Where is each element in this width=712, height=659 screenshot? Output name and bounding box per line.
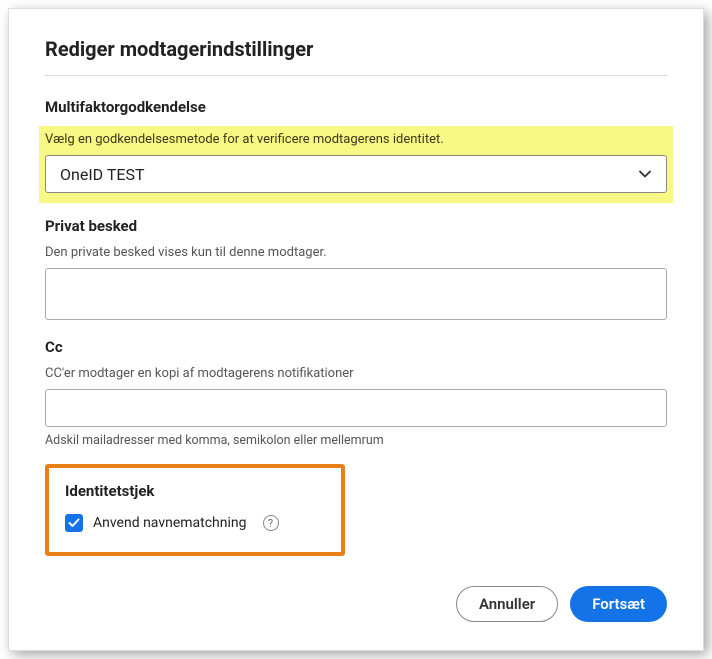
cancel-button[interactable]: Annuller [456, 586, 558, 622]
cc-hint: Adskil mailadresser med komma, semikolon… [45, 433, 667, 448]
dialog-buttons: Annuller Fortsæt [45, 586, 667, 622]
mfa-highlight: Vælg en godkendelsesmetode for at verifi… [39, 126, 673, 203]
check-icon [68, 518, 80, 528]
cc-heading: Cc [45, 338, 667, 356]
edit-recipient-settings-dialog: Rediger modtagerindstillinger Multifakto… [8, 8, 704, 651]
mfa-method-select[interactable]: OneID TEST [45, 155, 667, 193]
identity-check-section: Identitetstjek Anvend navnematchning ? [45, 464, 345, 556]
chevron-down-icon [638, 167, 652, 181]
private-message-helper: Den private besked vises kun til denne m… [45, 245, 667, 260]
mfa-section: Multifaktorgodkendelse Vælg en godkendel… [45, 98, 667, 203]
cc-section: Cc CC'er modtager en kopi af modtagerens… [45, 338, 667, 448]
help-icon[interactable]: ? [263, 515, 279, 531]
mfa-heading: Multifaktorgodkendelse [45, 98, 667, 116]
mfa-selected-value: OneID TEST [60, 165, 638, 184]
cc-helper: CC'er modtager en kopi af modtagerens no… [45, 366, 667, 381]
name-matching-row: Anvend navnematchning ? [65, 514, 325, 532]
name-matching-checkbox[interactable] [65, 514, 83, 532]
cc-input[interactable] [45, 389, 667, 427]
dialog-title: Rediger modtagerindstillinger [45, 37, 667, 61]
divider [45, 75, 667, 76]
private-message-section: Privat besked Den private besked vises k… [45, 217, 667, 324]
mfa-helper: Vælg en godkendelsesmetode for at verifi… [45, 132, 667, 147]
continue-button[interactable]: Fortsæt [570, 586, 667, 622]
identity-heading: Identitetstjek [65, 482, 325, 500]
private-message-input[interactable] [45, 268, 667, 320]
name-matching-label: Anvend navnematchning [93, 515, 247, 531]
private-message-heading: Privat besked [45, 217, 667, 235]
